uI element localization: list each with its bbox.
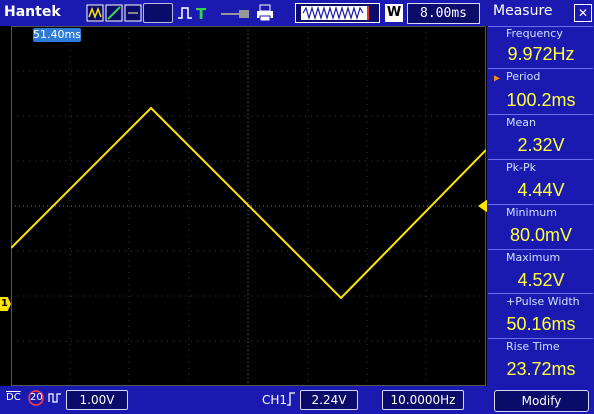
measure-value-rise-time: 23.72ms (506, 359, 576, 379)
waveform-memory-icon[interactable] (295, 3, 380, 23)
separator (488, 114, 593, 115)
stop-indicator[interactable] (143, 3, 173, 23)
measure-label-frequency: Frequency (506, 27, 563, 40)
measure-title: Measure (493, 3, 553, 19)
trigger-edge-icon[interactable] (286, 391, 296, 407)
window-mode-button[interactable]: W (385, 4, 403, 22)
run-icon[interactable]: T (176, 4, 212, 22)
time-offset-tag: 51.40ms (33, 28, 81, 42)
separator (488, 159, 593, 160)
trigger-frequency-readout: 10.0000Hz (382, 390, 464, 410)
bw-limit-label: 20 (30, 392, 43, 403)
trigger-level-readout[interactable]: 2.24V (300, 390, 358, 410)
measure-label-mean: Mean (506, 116, 536, 129)
separator (488, 68, 593, 69)
square-wave-icon (48, 393, 61, 403)
brand-logo: Hantek (4, 4, 61, 20)
measure-label-minimum: Minimum (506, 206, 557, 219)
measure-value-period: 100.2ms (506, 90, 576, 110)
measure-label-pkpk: Pk-Pk (506, 161, 536, 174)
measure-value-frequency: 9.972Hz (507, 44, 575, 64)
separator (488, 293, 593, 294)
print-icon[interactable] (256, 4, 274, 22)
measure-value-mean: 2.32V (517, 135, 565, 155)
separator (488, 204, 593, 205)
measure-value-minimum: 80.0mV (509, 225, 573, 245)
measure-label-pulse-width: +Pulse Width (506, 295, 580, 308)
volts-div-readout[interactable]: 1.00V (66, 390, 128, 410)
measure-label-maximum: Maximum (506, 251, 561, 264)
measure-label-rise-time: Rise Time (506, 340, 560, 353)
measure-value-pulse-width: 50.16ms (506, 314, 576, 334)
waveform-icon[interactable] (86, 4, 142, 22)
modify-button[interactable]: Modify (494, 390, 589, 412)
measure-label-period: Period (506, 70, 541, 83)
waveform-display[interactable] (10, 26, 487, 386)
svg-text:T: T (196, 5, 207, 22)
measure-value-maximum: 4.52V (517, 270, 565, 290)
trigger-channel-label: CH1 (262, 393, 288, 407)
coupling-label[interactable]: DC (6, 392, 21, 403)
separator (488, 338, 593, 339)
channel1-marker[interactable]: 1 (0, 297, 11, 311)
measure-value-pkpk: 4.44V (517, 180, 565, 200)
trigger-icon[interactable] (219, 4, 253, 22)
separator (488, 249, 593, 250)
play-arrow-icon: ▶ (494, 73, 501, 84)
timebase-readout[interactable]: 8.00ms (407, 3, 480, 24)
waveform-grid (10, 26, 487, 386)
close-button[interactable]: ✕ (574, 4, 592, 22)
